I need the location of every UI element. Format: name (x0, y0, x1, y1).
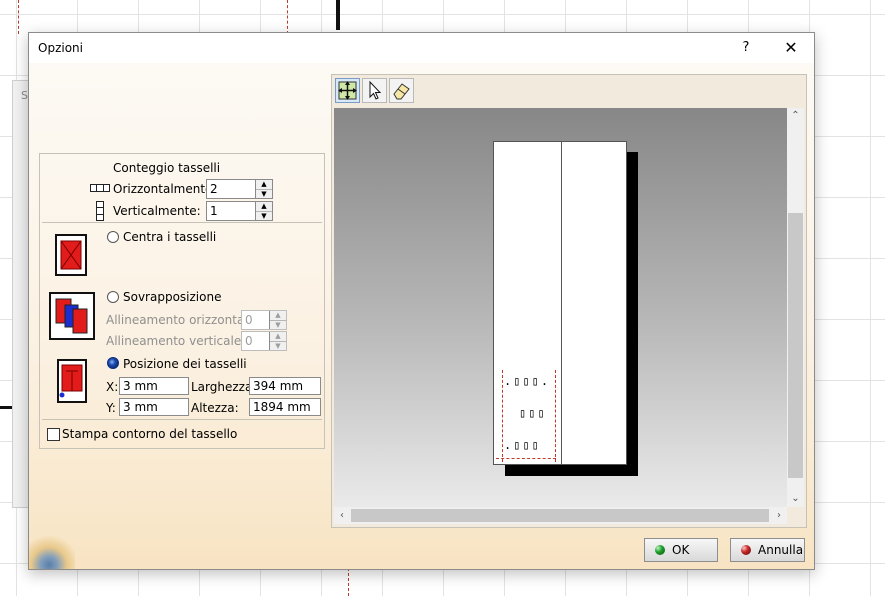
x-position-input[interactable]: 3 mm (119, 377, 189, 395)
select-tool-button[interactable] (362, 78, 387, 103)
x-label: X: (106, 380, 119, 394)
ok-button[interactable]: OK (644, 538, 718, 562)
tile-outline-left (502, 370, 503, 462)
print-outline-label[interactable]: Stampa contorno del tassello (62, 427, 237, 441)
vertical-alignment-spinner[interactable]: 0 ▲ ▼ (241, 331, 287, 351)
tile-outline-right (555, 370, 556, 462)
width-label: Larghezza: (191, 380, 257, 394)
preview-content-row: .▯▯▯. (504, 374, 551, 388)
center-tiles-icon (55, 234, 87, 276)
horizontal-count-arrows[interactable]: ▲ ▼ (255, 180, 272, 198)
vertical-scroll-thumb[interactable] (788, 213, 803, 478)
print-outline-checkbox[interactable] (47, 428, 60, 441)
pointer-icon (369, 80, 382, 100)
horizontal-alignment-value[interactable]: 0 (245, 313, 253, 327)
background-guide (348, 568, 349, 596)
tiling-options-panel: Conteggio tasselli Orizzontalmente: 2 ▲ ▼… (39, 153, 325, 449)
ok-icon (655, 545, 665, 555)
horizontal-scroll-thumb[interactable] (351, 509, 769, 522)
y-label: Y: (106, 401, 116, 415)
horizontal-count-label: Orizzontalmente: (113, 182, 217, 196)
tile-position-icon (57, 359, 87, 403)
center-tiles-label[interactable]: Centra i tasselli (123, 230, 216, 244)
horizontal-alignment-spinner[interactable]: 0 ▲ ▼ (241, 310, 287, 330)
eraser-icon (393, 83, 410, 100)
eraser-tool-button[interactable] (389, 78, 414, 103)
corner-decoration (29, 533, 75, 569)
section-divider (42, 419, 322, 420)
vertical-count-arrows[interactable]: ▲ ▼ (255, 202, 272, 220)
x-position-value[interactable]: 3 mm (123, 379, 158, 393)
vertical-alignment-label: Allineamento verticale (106, 334, 242, 348)
preview-panel: .▯▯▯. ▯▯▯ .▯▯▯ ⌃ ⌄ ‹ › (331, 74, 807, 528)
scroll-right-arrow[interactable]: › (771, 507, 787, 524)
vertical-tiles-icon (96, 201, 104, 221)
vertical-count-label: Verticalmente: (113, 204, 201, 218)
title-bar[interactable]: Opzioni ? ✕ (29, 33, 814, 63)
vertical-count-spinner[interactable]: 1 ▲ ▼ (206, 201, 273, 221)
tile-position-label[interactable]: Posizione dei tasselli (123, 357, 247, 371)
overlap-label[interactable]: Sovrapposizione (123, 290, 221, 304)
help-button[interactable]: ? (734, 36, 758, 60)
section-divider (42, 222, 322, 223)
width-value[interactable]: 394 mm (253, 379, 303, 393)
tile-position-radio[interactable] (107, 357, 119, 369)
vertical-alignment-arrows[interactable]: ▲ ▼ (269, 332, 286, 350)
page-preview: .▯▯▯. ▯▯▯ .▯▯▯ (493, 141, 627, 465)
preview-canvas[interactable]: .▯▯▯. ▯▯▯ .▯▯▯ (334, 108, 787, 507)
tile-outline-bottom (496, 458, 556, 459)
y-position-value[interactable]: 3 mm (123, 400, 158, 414)
width-input[interactable]: 394 mm (249, 377, 321, 395)
scroll-left-arrow[interactable]: ‹ (334, 507, 350, 524)
background-guide (18, 0, 19, 34)
horizontal-count-spinner[interactable]: 2 ▲ ▼ (206, 179, 273, 199)
background-window-label: S (21, 89, 28, 102)
y-position-input[interactable]: 3 mm (119, 398, 189, 416)
scroll-down-arrow[interactable]: ⌄ (787, 491, 804, 507)
vertical-count-value[interactable]: 1 (210, 204, 218, 218)
height-label: Altezza: (191, 401, 239, 415)
move-fit-icon (338, 81, 357, 100)
vertical-alignment-value[interactable]: 0 (245, 334, 253, 348)
horizontal-count-value[interactable]: 2 (210, 182, 218, 196)
tile-count-heading: Conteggio tasselli (113, 161, 221, 175)
overlap-radio[interactable] (107, 291, 119, 303)
background-line (336, 0, 340, 30)
cancel-label: Annulla (758, 543, 804, 557)
cancel-icon (741, 545, 751, 555)
preview-content-row: ▯▯▯ (519, 406, 547, 420)
horizontal-alignment-label: Allineamento orizzontale (106, 313, 256, 327)
horizontal-alignment-arrows[interactable]: ▲ ▼ (269, 311, 286, 329)
fit-tool-button[interactable] (335, 78, 360, 103)
horizontal-tiles-icon (90, 184, 110, 192)
close-button[interactable]: ✕ (779, 36, 803, 60)
tile-divider (561, 142, 562, 464)
background-guide (287, 0, 288, 34)
height-value[interactable]: 1894 mm (253, 400, 311, 414)
scroll-up-arrow[interactable]: ⌃ (787, 108, 804, 124)
ok-label: OK (672, 543, 690, 557)
horizontal-scrollbar[interactable]: ‹ › (334, 507, 787, 524)
center-tiles-radio[interactable] (107, 231, 119, 243)
overlap-tiles-icon (49, 292, 95, 340)
dialog-title: Opzioni (38, 41, 83, 55)
options-dialog: Opzioni ? ✕ Conteggio tasselli Orizzonta… (28, 32, 815, 570)
vertical-scrollbar[interactable]: ⌃ ⌄ (787, 108, 804, 507)
height-input[interactable]: 1894 mm (249, 398, 321, 416)
cancel-button[interactable]: Annulla (730, 538, 805, 562)
preview-content-row: .▯▯▯ (504, 438, 541, 452)
